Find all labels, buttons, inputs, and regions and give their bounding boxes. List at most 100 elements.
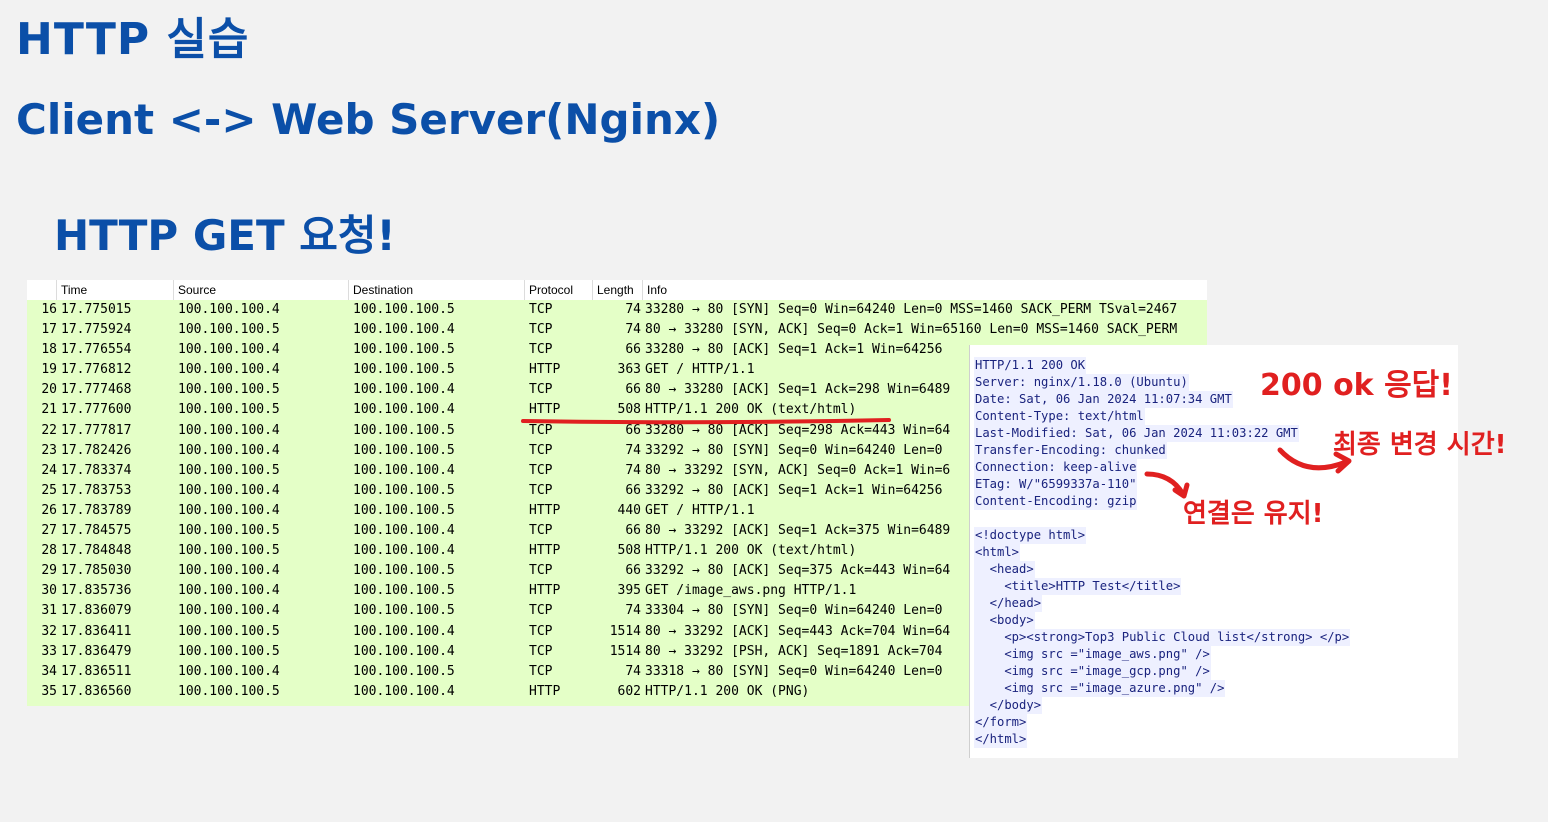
row-destination: 100.100.100.5 bbox=[353, 603, 455, 619]
row-protocol: TCP bbox=[529, 342, 553, 358]
row-destination: 100.100.100.4 bbox=[353, 322, 455, 338]
row-length: 440 bbox=[617, 502, 641, 518]
row-number: 23 bbox=[41, 442, 57, 458]
row-number: 27 bbox=[41, 523, 57, 539]
table-row[interactable]: 17 17.775924 100.100.100.5 100.100.100.4 TCP… bbox=[27, 320, 1207, 340]
response-body-line: <img src ="image_gcp.png" /> bbox=[974, 663, 1211, 680]
row-number: 29 bbox=[41, 563, 57, 579]
row-source: 100.100.100.4 bbox=[178, 563, 280, 579]
row-number: 26 bbox=[41, 502, 57, 518]
row-length: 74 bbox=[625, 663, 641, 679]
column-header-time[interactable]: Time bbox=[57, 280, 174, 300]
row-source: 100.100.100.4 bbox=[178, 663, 280, 679]
row-protocol: HTTP bbox=[529, 583, 561, 599]
row-source: 100.100.100.4 bbox=[178, 422, 280, 438]
row-destination: 100.100.100.4 bbox=[353, 462, 455, 478]
row-info: 80 → 33280 [ACK] Seq=1 Ack=298 Win=6489 bbox=[645, 382, 951, 398]
row-time: 17.775015 bbox=[61, 302, 132, 317]
row-protocol: TCP bbox=[529, 643, 553, 659]
column-header-protocol[interactable]: Protocol bbox=[525, 280, 593, 300]
column-header-length[interactable]: Length bbox=[593, 280, 643, 300]
row-number: 32 bbox=[41, 623, 57, 639]
response-body-line: <html> bbox=[974, 544, 1021, 561]
row-source: 100.100.100.4 bbox=[178, 442, 280, 458]
annotation-keep-alive: 연결은 유지! bbox=[1183, 499, 1324, 529]
row-info: 33292 → 80 [ACK] Seq=375 Ack=443 Win=64 bbox=[645, 563, 951, 579]
row-number: 18 bbox=[41, 342, 57, 358]
row-protocol: TCP bbox=[529, 322, 553, 338]
row-protocol: TCP bbox=[529, 382, 553, 398]
row-destination: 100.100.100.5 bbox=[353, 442, 455, 458]
row-info: 80 → 33292 [PSH, ACK] Seq=1891 Ack=704 bbox=[645, 643, 943, 659]
row-time: 17.776812 bbox=[61, 362, 132, 378]
response-body-line: <p><strong>Top3 Public Cloud list</stron… bbox=[974, 629, 1351, 646]
row-source: 100.100.100.4 bbox=[178, 362, 280, 378]
row-source: 100.100.100.5 bbox=[178, 322, 280, 338]
column-header-destination[interactable]: Destination bbox=[349, 280, 525, 300]
row-info: HTTP/1.1 200 OK (text/html) bbox=[645, 543, 857, 559]
response-body-line: </body> bbox=[974, 697, 1043, 714]
row-length: 66 bbox=[625, 523, 641, 539]
row-time: 17.836079 bbox=[61, 603, 132, 619]
row-length: 74 bbox=[625, 442, 641, 458]
response-body-line: </form> bbox=[974, 714, 1028, 731]
row-source: 100.100.100.5 bbox=[178, 523, 280, 539]
row-destination: 100.100.100.5 bbox=[353, 362, 455, 378]
row-destination: 100.100.100.5 bbox=[353, 583, 455, 599]
row-source: 100.100.100.4 bbox=[178, 482, 280, 498]
slide-subtitle: Client <-> Web Server(Nginx) bbox=[16, 95, 721, 144]
column-header-info[interactable]: Info bbox=[643, 280, 1207, 300]
row-info: 33318 → 80 [SYN] Seq=0 Win=64240 Len=0 bbox=[645, 663, 943, 679]
row-length: 74 bbox=[625, 302, 641, 317]
row-info: 80 → 33280 [SYN, ACK] Seq=0 Ack=1 Win=65… bbox=[645, 322, 1178, 338]
row-number: 25 bbox=[41, 482, 57, 498]
row-protocol: HTTP bbox=[529, 543, 561, 559]
row-time: 17.784575 bbox=[61, 523, 132, 539]
row-destination: 100.100.100.4 bbox=[353, 523, 455, 539]
annotation-200-ok: 200 ok 응답! bbox=[1260, 368, 1453, 403]
row-source: 100.100.100.5 bbox=[178, 543, 280, 559]
row-destination: 100.100.100.4 bbox=[353, 382, 455, 398]
row-protocol: HTTP bbox=[529, 683, 561, 699]
row-destination: 100.100.100.4 bbox=[353, 643, 455, 659]
packet-list-header: Time Source Destination Protocol Length … bbox=[27, 280, 1207, 300]
response-header-line: Transfer-Encoding: chunked bbox=[974, 442, 1167, 459]
row-destination: 100.100.100.5 bbox=[353, 663, 455, 679]
row-time: 17.784848 bbox=[61, 543, 132, 559]
row-number: 24 bbox=[41, 462, 57, 478]
row-number: 35 bbox=[41, 683, 57, 699]
row-info: 33280 → 80 [SYN] Seq=0 Win=64240 Len=0 M… bbox=[645, 302, 1178, 317]
row-info: GET /image_aws.png HTTP/1.1 bbox=[645, 583, 857, 599]
row-length: 508 bbox=[617, 543, 641, 559]
row-length: 66 bbox=[625, 382, 641, 398]
response-body-line: <!doctype html> bbox=[974, 527, 1087, 544]
row-destination: 100.100.100.4 bbox=[353, 623, 455, 639]
row-protocol: TCP bbox=[529, 623, 553, 639]
row-info: GET / HTTP/1.1 bbox=[645, 362, 755, 378]
row-source: 100.100.100.4 bbox=[178, 342, 280, 358]
row-destination: 100.100.100.5 bbox=[353, 422, 455, 438]
row-protocol: HTTP bbox=[529, 362, 561, 378]
row-protocol: TCP bbox=[529, 482, 553, 498]
table-row[interactable]: 16 17.775015 100.100.100.4 100.100.100.5 TCP… bbox=[27, 300, 1207, 320]
row-info: HTTP/1.1 200 OK (PNG) bbox=[645, 683, 810, 699]
row-number: 17 bbox=[41, 322, 57, 338]
row-source: 100.100.100.4 bbox=[178, 603, 280, 619]
row-protocol: TCP bbox=[529, 302, 553, 317]
row-destination: 100.100.100.4 bbox=[353, 683, 455, 699]
row-length: 66 bbox=[625, 482, 641, 498]
column-header-no[interactable] bbox=[27, 280, 57, 300]
response-body-line: </html> bbox=[974, 731, 1028, 748]
row-length: 1514 bbox=[609, 623, 641, 639]
row-info: 33292 → 80 [SYN] Seq=0 Win=64240 Len=0 bbox=[645, 442, 943, 458]
row-info: GET / HTTP/1.1 bbox=[645, 502, 755, 518]
response-body-line: <img src ="image_aws.png" /> bbox=[974, 646, 1211, 663]
row-time: 17.776554 bbox=[61, 342, 132, 358]
row-destination: 100.100.100.5 bbox=[353, 502, 455, 518]
column-header-source[interactable]: Source bbox=[174, 280, 349, 300]
annotation-last-modified: 최종 변경 시간! bbox=[1333, 430, 1507, 460]
row-number: 34 bbox=[41, 663, 57, 679]
highlight-underline bbox=[521, 418, 891, 425]
response-header-line: Connection: keep-alive bbox=[974, 459, 1138, 476]
row-time: 17.783374 bbox=[61, 462, 132, 478]
